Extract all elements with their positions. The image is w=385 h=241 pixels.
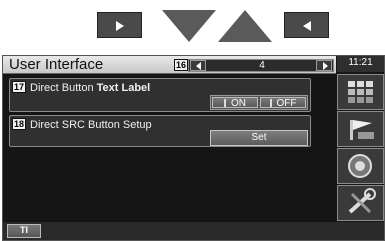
page-number: 4 <box>259 60 265 71</box>
down-triangle-icon[interactable] <box>162 10 216 42</box>
bottom-bar <box>3 222 384 240</box>
direct-button-text-label-row: 17 Direct Button Text Label ON OFF <box>9 78 311 112</box>
row-badge: 18 <box>12 118 26 130</box>
off-button[interactable]: OFF <box>260 97 306 109</box>
back-left-button[interactable] <box>284 12 329 38</box>
sidebar-setup-button[interactable] <box>337 111 384 147</box>
row-label: Direct SRC Button Setup <box>30 119 152 131</box>
grid-menu-icon <box>348 81 373 103</box>
set-button[interactable]: Set <box>210 130 308 146</box>
flag-setup-icon <box>350 120 374 140</box>
row-badge: 17 <box>12 81 26 93</box>
page-selector: 4 <box>188 59 334 72</box>
play-right-icon <box>116 21 124 31</box>
up-triangle-icon[interactable] <box>218 10 272 42</box>
on-off-toggle-group: ON OFF <box>210 95 308 110</box>
page-next-button[interactable] <box>316 60 332 71</box>
direct-src-button-setup-row: 18 Direct SRC Button Setup Set <box>9 115 311 147</box>
row-label: Direct Button Text Label <box>30 82 151 94</box>
sidebar-settings-button[interactable] <box>337 185 384 221</box>
on-button[interactable]: ON <box>212 97 258 109</box>
page-prev-icon <box>196 62 201 70</box>
wrench-settings-icon <box>348 188 376 214</box>
clock: 11:21 <box>337 56 384 72</box>
play-right-button[interactable] <box>97 12 142 38</box>
toggle-indicator-icon <box>269 99 272 107</box>
speaker-audio-icon <box>348 154 372 178</box>
page-next-icon <box>323 62 328 70</box>
ti-button[interactable]: TI <box>7 224 41 238</box>
page-nav-badge: 16 <box>174 59 188 71</box>
sidebar-grid-menu-button[interactable] <box>337 74 384 110</box>
toggle-indicator-icon <box>224 99 226 107</box>
sidebar-audio-button[interactable] <box>337 148 384 184</box>
page-title: User Interface <box>9 56 104 73</box>
page-prev-button[interactable] <box>190 60 206 71</box>
back-left-icon <box>303 21 311 31</box>
